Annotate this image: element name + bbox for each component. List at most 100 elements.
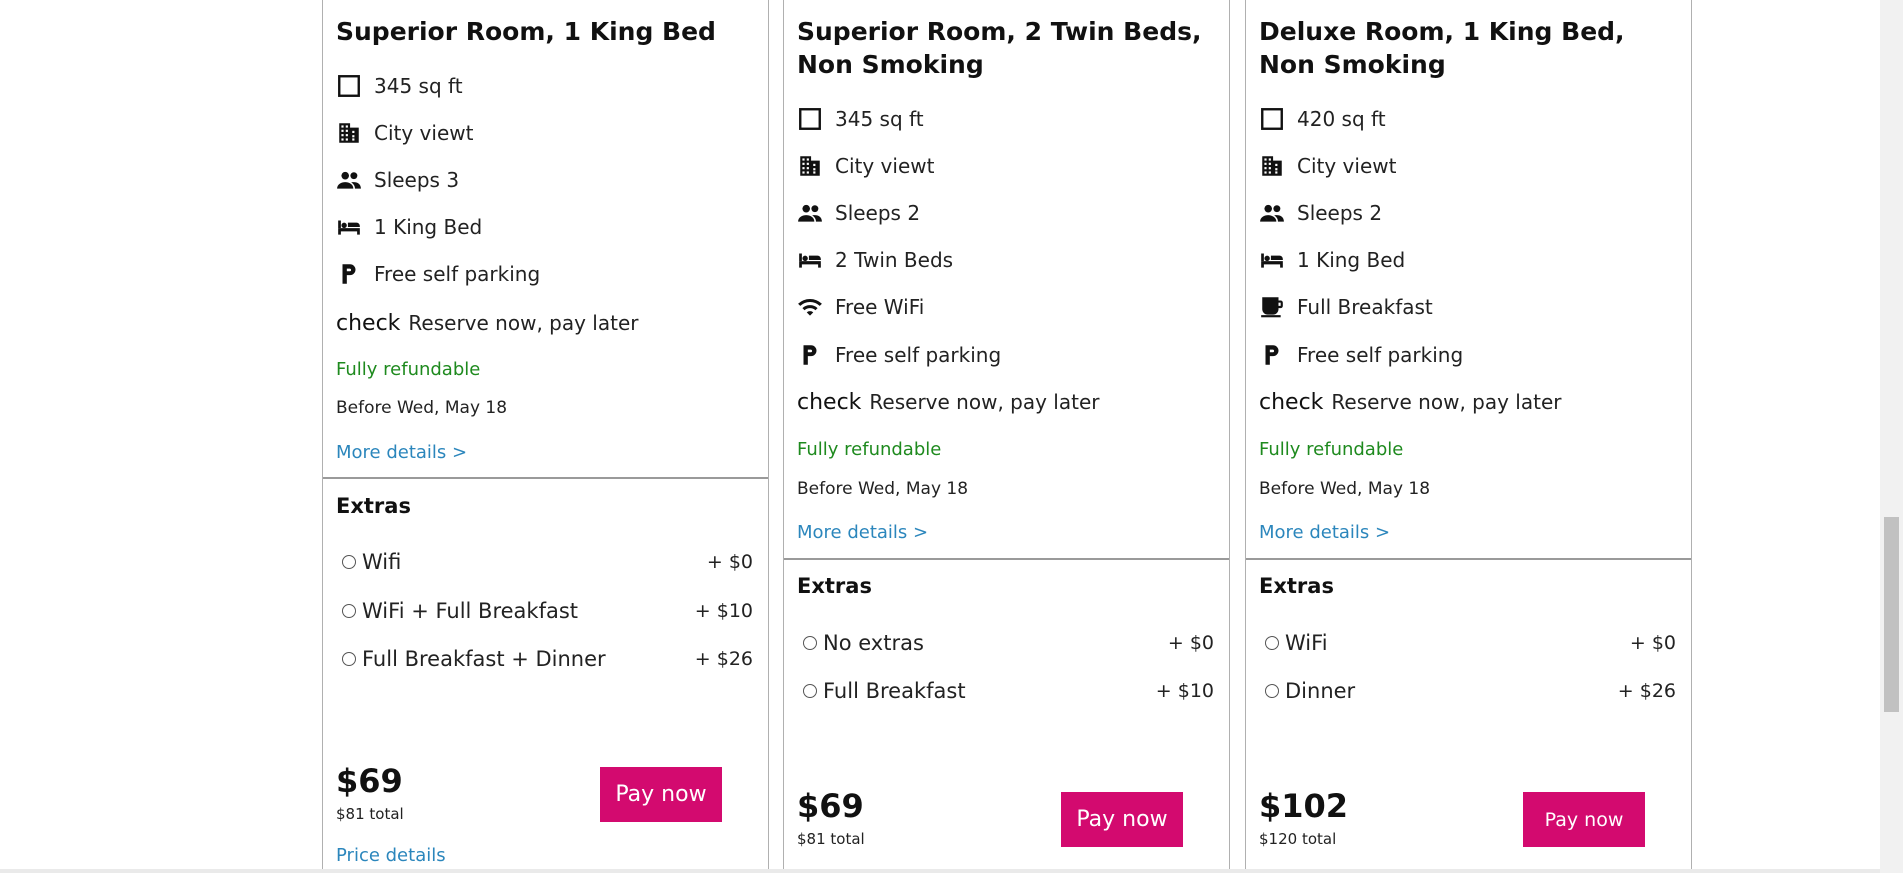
extra-price: + $0 <box>1167 632 1214 654</box>
feature-view: City viewt <box>797 151 934 181</box>
pay-now-button[interactable]: Pay now <box>600 767 722 822</box>
feature-label: Free self parking <box>1297 343 1464 367</box>
check-icon: check <box>336 310 401 336</box>
extra-label: Full Breakfast <box>823 679 966 703</box>
room-title: Deluxe Room, 1 King Bed, Non Smoking <box>1259 17 1625 79</box>
feature-label: City viewt <box>1297 154 1397 178</box>
bed-icon <box>1259 247 1285 273</box>
feature-label: 345 sq ft <box>374 74 463 98</box>
extra-option[interactable]: Wifi + $0 <box>342 547 755 577</box>
parking-icon <box>797 342 823 368</box>
nightly-price: $69 <box>797 787 864 825</box>
bed-icon <box>797 247 823 273</box>
square-icon <box>797 106 823 132</box>
check-icon: check <box>797 389 862 415</box>
check-icon: check <box>1259 389 1324 415</box>
extras-divider <box>323 477 768 479</box>
feature-label: City viewt <box>835 154 935 178</box>
feature-bed: 1 King Bed <box>1259 245 1405 275</box>
feature-bed: 2 Twin Beds <box>797 245 953 275</box>
extra-label: No extras <box>823 631 924 655</box>
extras-heading: Extras <box>797 574 872 598</box>
extra-option[interactable]: Full Breakfast + Dinner + $26 <box>342 644 755 674</box>
feature-label: Free self parking <box>374 262 541 286</box>
extra-radio[interactable] <box>342 555 356 569</box>
extra-radio[interactable] <box>342 604 356 618</box>
extra-price: + $10 <box>694 600 753 622</box>
extra-radio[interactable] <box>1265 684 1279 698</box>
people-icon <box>1259 200 1285 226</box>
extra-price: + $0 <box>706 551 753 573</box>
feature-parking: Free self parking <box>336 259 540 289</box>
refundable-text: Fully refundable <box>797 439 942 460</box>
total-price: $81 total <box>336 805 404 823</box>
more-details-link[interactable]: More details > <box>797 522 928 543</box>
extra-label: WiFi <box>1285 631 1328 655</box>
feature-label: Full Breakfast <box>1297 295 1433 319</box>
feature-breakfast: Full Breakfast <box>1259 292 1433 322</box>
extra-price: + $0 <box>1629 632 1676 654</box>
vertical-scrollbar[interactable] <box>1880 0 1903 873</box>
feature-label: Free WiFi <box>835 295 925 319</box>
reserve-line: check Reserve now, pay later <box>336 308 638 338</box>
feature-label: Sleeps 2 <box>1297 201 1383 225</box>
extra-radio[interactable] <box>803 684 817 698</box>
feature-size: 345 sq ft <box>797 104 924 134</box>
feature-view: City viewt <box>336 118 473 148</box>
refundable-text: Fully refundable <box>336 359 481 380</box>
extra-radio[interactable] <box>803 636 817 650</box>
building-icon <box>1259 153 1285 179</box>
total-price: $120 total <box>1259 830 1337 848</box>
building-icon <box>797 153 823 179</box>
extras-heading: Extras <box>336 494 411 518</box>
feature-wifi: Free WiFi <box>797 292 924 322</box>
more-details-link[interactable]: More details > <box>1259 522 1390 543</box>
nightly-price: $102 <box>1259 787 1349 825</box>
square-icon <box>336 73 362 99</box>
pay-now-button[interactable]: Pay now <box>1061 792 1183 847</box>
extra-option[interactable]: Full Breakfast + $10 <box>803 676 1216 706</box>
nightly-price: $69 <box>336 762 403 800</box>
extra-price: + $26 <box>1617 680 1676 702</box>
building-icon <box>336 120 362 146</box>
parking-icon <box>336 261 362 287</box>
feature-parking: Free self parking <box>797 340 1001 370</box>
reserve-text: Reserve now, pay later <box>869 390 1100 414</box>
more-details-link[interactable]: More details > <box>336 442 467 463</box>
feature-label: 1 King Bed <box>374 215 483 239</box>
reserve-text: Reserve now, pay later <box>408 311 639 335</box>
extra-price: + $26 <box>694 648 753 670</box>
room-card-superior-twin: Superior Room, 2 Twin Beds, Non Smoking … <box>783 0 1230 873</box>
room-card-content: Deluxe Room, 1 King Bed, Non Smoking 420… <box>1246 0 1691 873</box>
feature-sleeps: Sleeps 2 <box>797 198 920 228</box>
feature-size: 345 sq ft <box>336 71 463 101</box>
reserve-line: check Reserve now, pay later <box>1259 387 1561 417</box>
square-icon <box>1259 106 1285 132</box>
extra-option[interactable]: Dinner + $26 <box>1265 676 1678 706</box>
extra-option[interactable]: No extras + $0 <box>803 628 1216 658</box>
refundable-text: Fully refundable <box>1259 439 1404 460</box>
room-card-superior-king: Superior Room, 1 King Bed 345 sq ft City… <box>322 0 769 873</box>
feature-label: 345 sq ft <box>835 107 924 131</box>
extras-heading: Extras <box>1259 574 1334 598</box>
extra-label: WiFi + Full Breakfast <box>362 599 579 623</box>
people-icon <box>797 200 823 226</box>
extras-divider <box>1246 558 1691 560</box>
total-price: $81 total <box>797 830 865 848</box>
room-title: Superior Room, 1 King Bed <box>336 17 716 46</box>
wifi-icon <box>797 294 823 320</box>
feature-view: City viewt <box>1259 151 1396 181</box>
extra-option[interactable]: WiFi + Full Breakfast + $10 <box>342 596 755 626</box>
feature-sleeps: Sleeps 2 <box>1259 198 1382 228</box>
price-details-link[interactable]: Price details <box>336 845 446 866</box>
extra-radio[interactable] <box>1265 636 1279 650</box>
extra-label: Wifi <box>362 550 402 574</box>
scrollbar-thumb[interactable] <box>1884 517 1899 712</box>
reserve-text: Reserve now, pay later <box>1331 390 1562 414</box>
extra-option[interactable]: WiFi + $0 <box>1265 628 1678 658</box>
pay-now-button[interactable]: Pay now <box>1523 792 1645 847</box>
extra-radio[interactable] <box>342 652 356 666</box>
coffee-icon <box>1259 294 1285 320</box>
people-icon <box>336 167 362 193</box>
horizontal-scrollbar[interactable] <box>0 869 1880 873</box>
